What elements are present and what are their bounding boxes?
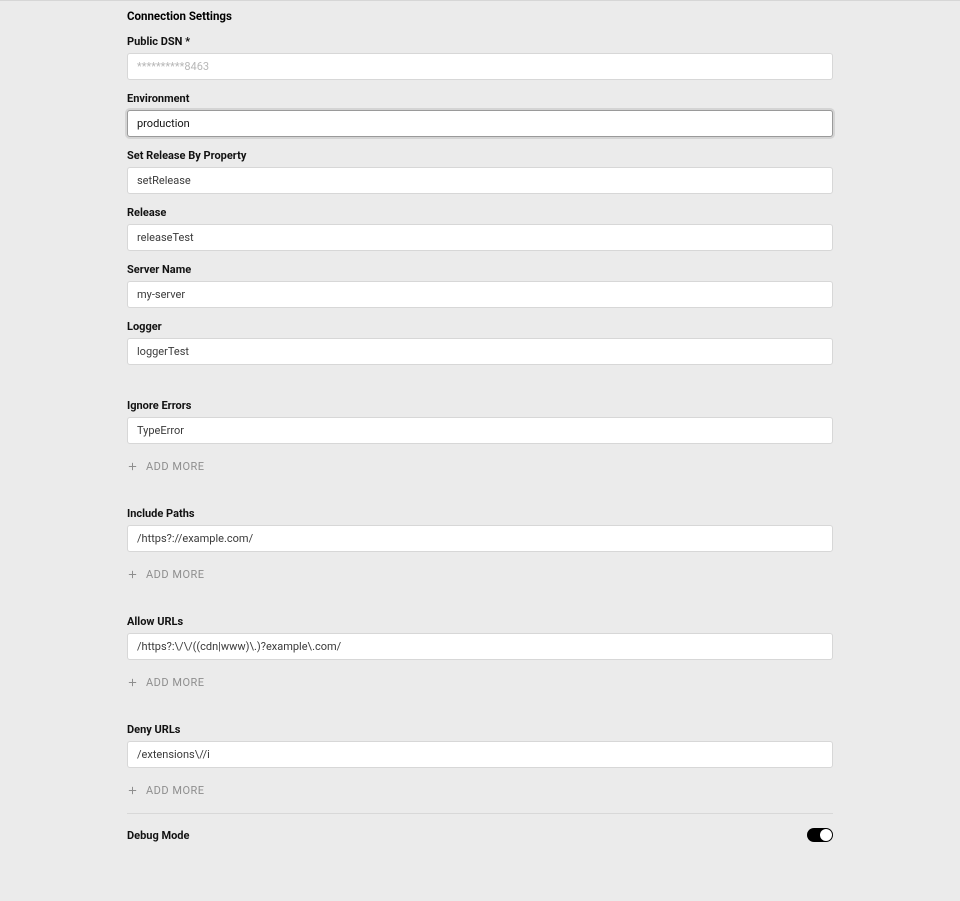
logger-input[interactable] <box>127 338 833 365</box>
include-paths-input[interactable] <box>127 525 833 552</box>
add-more-label: ADD MORE <box>146 784 205 797</box>
deny-urls-input[interactable] <box>127 741 833 768</box>
label-release: Release <box>127 206 833 219</box>
label-allow-urls: Allow URLs <box>127 615 833 628</box>
add-more-include-paths[interactable]: ADD MORE <box>127 568 205 581</box>
debug-mode-label: Debug Mode <box>127 829 189 842</box>
add-more-label: ADD MORE <box>146 676 205 689</box>
plus-icon <box>127 785 138 796</box>
add-more-label: ADD MORE <box>146 568 205 581</box>
field-deny-urls: Deny URLs <box>127 723 833 768</box>
label-include-paths: Include Paths <box>127 507 833 520</box>
label-text: Public DSN <box>127 35 182 48</box>
settings-form: Connection Settings Public DSN * Environ… <box>0 0 960 882</box>
add-more-label: ADD MORE <box>146 460 205 473</box>
label-environment: Environment <box>127 92 833 105</box>
add-more-ignore-errors[interactable]: ADD MORE <box>127 460 205 473</box>
label-ignore-errors: Ignore Errors <box>127 399 833 412</box>
section-title: Connection Settings <box>127 1 833 29</box>
field-server-name: Server Name <box>127 263 833 308</box>
release-input[interactable] <box>127 224 833 251</box>
field-public-dsn: Public DSN * <box>127 35 833 80</box>
plus-icon <box>127 677 138 688</box>
add-more-deny-urls[interactable]: ADD MORE <box>127 784 205 797</box>
field-logger: Logger <box>127 320 833 365</box>
plus-icon <box>127 461 138 472</box>
field-allow-urls: Allow URLs <box>127 615 833 660</box>
divider <box>127 813 833 814</box>
label-logger: Logger <box>127 320 833 333</box>
debug-mode-toggle[interactable] <box>807 828 833 842</box>
plus-icon <box>127 569 138 580</box>
label-deny-urls: Deny URLs <box>127 723 833 736</box>
public-dsn-input[interactable] <box>127 53 833 80</box>
add-more-allow-urls[interactable]: ADD MORE <box>127 676 205 689</box>
field-environment: Environment <box>127 92 833 137</box>
label-server-name: Server Name <box>127 263 833 276</box>
label-set-release-by-property: Set Release By Property <box>127 149 833 162</box>
environment-input[interactable] <box>127 110 833 137</box>
field-release: Release <box>127 206 833 251</box>
debug-mode-row: Debug Mode <box>127 824 833 842</box>
label-public-dsn: Public DSN * <box>127 35 833 48</box>
set-release-by-property-input[interactable] <box>127 167 833 194</box>
ignore-errors-input[interactable] <box>127 417 833 444</box>
server-name-input[interactable] <box>127 281 833 308</box>
field-include-paths: Include Paths <box>127 507 833 552</box>
field-set-release-by-property: Set Release By Property <box>127 149 833 194</box>
required-mark: * <box>185 35 190 48</box>
toggle-knob <box>820 829 832 841</box>
allow-urls-input[interactable] <box>127 633 833 660</box>
field-ignore-errors: Ignore Errors <box>127 399 833 444</box>
